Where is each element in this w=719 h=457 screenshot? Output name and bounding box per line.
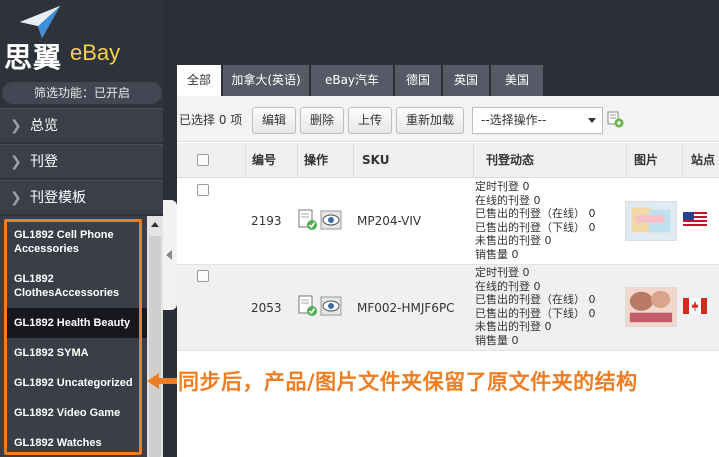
settings-gear-icon[interactable] [607,111,625,129]
product-thumbnail[interactable] [625,201,677,241]
nav-listing[interactable]: ❯ 刊登 [0,144,163,178]
collapse-arrow-icon [166,250,172,260]
us-flag-icon [683,212,707,228]
row-sku[interactable]: MF002-HMJF6PC [357,301,455,315]
action-select-value: --选择操作-- [481,113,547,127]
row-id: 2193 [251,214,282,228]
preview-eye-icon[interactable] [320,296,342,316]
preview-eye-icon[interactable] [320,210,342,230]
scrollbar-thumb[interactable] [149,236,161,457]
edit-document-icon[interactable] [297,295,319,317]
col-dynamics: 刊登动态 [486,153,535,167]
nav-listing-template[interactable]: ❯ 刊登模板 [0,180,163,214]
filter-status[interactable]: 筛选功能：已开启 [2,82,162,104]
selected-count: 已选择 0 项 [179,113,243,127]
edit-button[interactable]: 编辑 [252,107,296,134]
delete-button[interactable]: 删除 [300,107,344,134]
nav-label: 刊登 [30,154,58,170]
chevron-right-icon: ❯ [10,190,22,206]
chevron-right-icon: ❯ [10,154,22,170]
row-checkbox[interactable] [197,270,209,282]
select-all-checkbox[interactable] [197,154,209,166]
tab-uk[interactable]: 英国 [443,65,489,96]
folder-scrollbar[interactable] [147,216,163,457]
table-header: 编号 操作 SKU 刊登动态 图片 站点 [177,143,719,178]
logo-en-text: eBay [70,40,121,65]
col-sku[interactable]: SKU [362,143,389,178]
site-tabs: 全部 加拿大(英语) eBay汽车 德国 英国 美国 [177,64,719,96]
action-select[interactable]: --选择操作-- [472,107,603,134]
upload-button[interactable]: 上传 [348,107,392,134]
app-logo: 思翼 eBay [0,0,163,78]
logo-cn-text: 思翼 [4,41,63,74]
paper-plane-icon [20,6,60,38]
col-image: 图片 [634,153,659,167]
product-thumbnail[interactable] [625,287,677,327]
callout-text: 同步后，产品/图片文件夹保留了原文件夹的结构 [178,370,638,394]
tab-ebay-motors[interactable]: eBay汽车 [311,65,393,96]
sidebar: 思翼 eBay 筛选功能：已开启 ❯ 总览 ❯ 刊登 ❯ 刊登模板 GL1892… [0,0,163,457]
row-checkbox[interactable] [197,184,209,196]
chevron-right-icon: ❯ [10,118,22,134]
nav-label: 总览 [30,118,58,134]
tab-canada-en[interactable]: 加拿大(英语) [223,65,309,96]
table-row[interactable]: 2053 MF002-HMJF6PC 定时刊登 0 在线的刊登 0 已售出的刊登… [177,265,719,351]
table-row[interactable]: 2193 MP204-VIV 定时刊登 0 在线的刊登 0 已售出的刊登（在线）… [177,179,719,265]
row-sku[interactable]: MP204-VIV [357,214,421,228]
tab-us[interactable]: 美国 [491,65,543,96]
listing-stats: 定时刊登 0 在线的刊登 0 已售出的刊登（在线） 0 已售出的刊登（下线） 0… [475,180,596,261]
row-id: 2053 [251,301,282,315]
edit-document-icon[interactable] [297,209,319,231]
callout-arrow-icon [147,373,177,389]
tab-germany[interactable]: 德国 [395,65,441,96]
canada-flag-icon [683,298,707,314]
col-id[interactable]: 编号 [252,143,276,178]
scroll-up-icon[interactable] [151,222,159,227]
col-site: 站点 [691,153,716,167]
col-ops: 操作 [304,153,329,167]
sidebar-collapse-handle[interactable] [163,200,177,310]
chevron-down-icon [588,118,596,123]
folder-highlight-box [4,219,142,455]
tab-all[interactable]: 全部 [177,65,221,96]
reload-button[interactable]: 重新加载 [396,107,464,134]
toolbar: 已选择 0 项 编辑 删除 上传 重新加载 --选择操作-- [177,96,719,142]
nav-overview[interactable]: ❯ 总览 [0,108,163,142]
main-content: 全部 加拿大(英语) eBay汽车 德国 英国 美国 已选择 0 项 编辑 删除… [177,64,719,457]
listing-stats: 定时刊登 0 在线的刊登 0 已售出的刊登（在线） 0 已售出的刊登（下线） 0… [475,266,596,347]
nav-label: 刊登模板 [30,190,86,206]
